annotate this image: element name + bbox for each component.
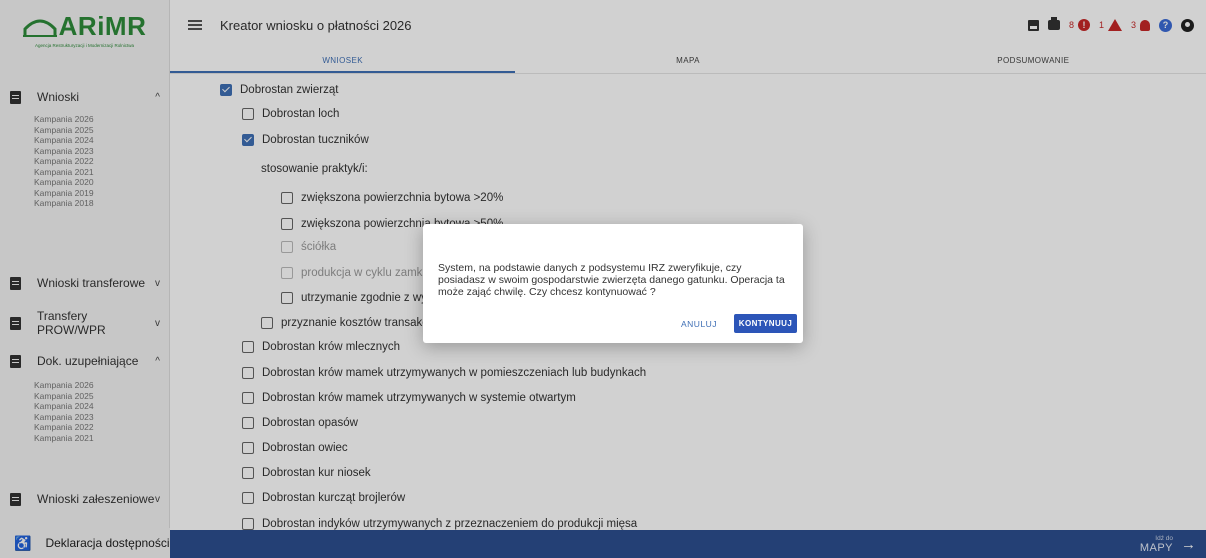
dialog-message: System, na podstawie danych z podsystemu… bbox=[438, 262, 785, 298]
cancel-button[interactable]: ANULUJ bbox=[681, 319, 717, 329]
confirmation-dialog: System, na podstawie danych z podsystemu… bbox=[423, 224, 803, 343]
continue-button[interactable]: KONTYNUUJ bbox=[734, 314, 797, 333]
